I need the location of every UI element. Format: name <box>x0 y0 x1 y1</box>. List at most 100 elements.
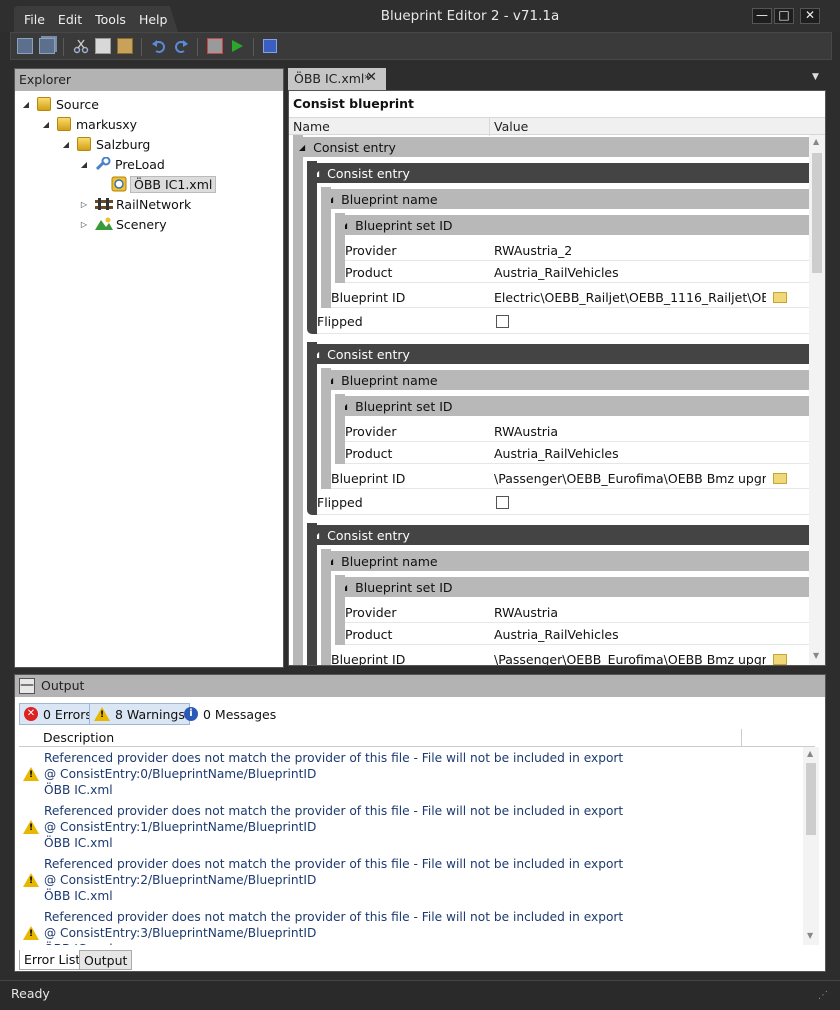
save-all-icon[interactable] <box>39 38 55 54</box>
resize-grip-icon[interactable]: ⋰ <box>818 990 828 1001</box>
name-column-header[interactable]: Name <box>293 119 330 134</box>
scrollbar-thumb[interactable] <box>812 153 822 273</box>
expander-icon[interactable]: ▷ <box>79 220 89 229</box>
copy-icon[interactable] <box>95 38 111 54</box>
tree-item-preload[interactable]: ◢ PreLoad <box>79 154 165 174</box>
folder-icon <box>37 97 51 111</box>
tree-item-markusxy[interactable]: ◢ markusxy <box>41 114 137 134</box>
blueprint-set-id-group[interactable]: ◢ Blueprint set ID <box>335 396 809 416</box>
scroll-up-icon[interactable]: ▲ <box>813 137 819 146</box>
run-icon[interactable] <box>229 38 245 54</box>
menu-help[interactable]: Help <box>139 12 168 27</box>
flipped-checkbox[interactable] <box>496 495 509 509</box>
browse-folder-icon[interactable] <box>773 472 787 484</box>
tab-error-list[interactable]: Error List <box>19 950 86 970</box>
warning-file: ÖBB IC.xml <box>44 836 113 850</box>
provider-row[interactable]: Provider RWAustria_2 <box>345 239 809 261</box>
warning-file: ÖBB IC.xml <box>44 942 113 945</box>
blueprint-name-group[interactable]: ◢ Blueprint name <box>321 551 809 571</box>
warnings-filter-button[interactable]: ! 8 Warnings <box>89 703 190 725</box>
expander-icon[interactable]: ◢ <box>79 160 89 169</box>
flipped-row[interactable]: Flipped <box>317 489 809 515</box>
product-row[interactable]: Product Austria_RailVehicles <box>345 623 809 645</box>
value-column-header[interactable]: Value <box>494 119 528 134</box>
close-tab-icon[interactable]: ✕ <box>366 70 377 85</box>
property-label: Provider <box>345 604 397 620</box>
property-value[interactable]: Electric\OEBB_Railjet\OEBB_1116_Railjet\… <box>494 290 766 305</box>
list-item[interactable]: ! Referenced provider does not match the… <box>21 855 801 908</box>
errors-filter-button[interactable]: ✕ 0 Errors <box>19 703 97 725</box>
property-value[interactable]: RWAustria <box>494 605 794 620</box>
toolbar-separator <box>141 38 142 56</box>
scrollbar-thumb[interactable] <box>806 763 816 835</box>
menu-edit[interactable]: Edit <box>58 12 82 27</box>
consist-entry-group[interactable]: ◢ Consist entry <box>307 163 809 183</box>
property-value[interactable]: Austria_RailVehicles <box>494 627 794 642</box>
menu-file[interactable]: File <box>24 12 45 27</box>
menu-tools[interactable]: Tools <box>95 12 126 27</box>
maximize-button[interactable]: □ <box>774 8 794 24</box>
expander-icon[interactable]: ▷ <box>79 200 89 209</box>
description-column-header[interactable]: Description <box>19 729 815 747</box>
warning-icon: ! <box>23 820 39 834</box>
blueprint-name-group[interactable]: ◢ Blueprint name <box>321 370 809 390</box>
property-value[interactable]: Austria_RailVehicles <box>494 446 794 461</box>
consist-entry-group[interactable]: ◢ Consist entry <box>307 344 809 364</box>
tab-dropdown-icon[interactable]: ▼ <box>812 72 819 82</box>
product-row[interactable]: Product Austria_RailVehicles <box>345 442 809 464</box>
provider-row[interactable]: Provider RWAustria <box>345 420 809 442</box>
list-item[interactable]: ! Referenced provider does not match the… <box>21 749 801 802</box>
status-text: Ready <box>11 986 50 1001</box>
tree-item-railnetwork[interactable]: ▷ RailNetwork <box>79 194 191 214</box>
scroll-down-icon[interactable]: ▼ <box>813 651 819 660</box>
property-value[interactable]: \Passenger\OEBB_Eurofima\OEBB Bmz upgrad… <box>494 471 766 486</box>
list-item[interactable]: ! Referenced provider does not match the… <box>21 908 801 945</box>
property-value[interactable]: RWAustria <box>494 424 794 439</box>
paste-icon[interactable] <box>117 38 133 54</box>
close-window-button[interactable]: ✕ <box>800 8 820 24</box>
property-value[interactable]: RWAustria_2 <box>494 243 794 258</box>
scroll-down-icon[interactable]: ▼ <box>807 931 813 940</box>
redo-icon[interactable] <box>173 38 189 54</box>
expander-icon[interactable]: ◢ <box>21 100 31 109</box>
expander-icon[interactable]: ◢ <box>61 140 71 149</box>
expander-icon[interactable]: ◢ <box>41 120 51 129</box>
export-icon[interactable] <box>207 38 223 54</box>
tree-item-scenery[interactable]: ▷ Scenery <box>79 214 167 234</box>
property-value[interactable]: \Passenger\OEBB_Eurofima\OEBB Bmz upgrad… <box>494 652 766 666</box>
grid-scrollbar[interactable]: ▲ ▼ <box>809 135 825 665</box>
list-item[interactable]: ! Referenced provider does not match the… <box>21 802 801 855</box>
tab-obb-ic[interactable]: ÖBB IC.xml* ✕ <box>288 68 386 90</box>
flipped-checkbox[interactable] <box>496 314 509 328</box>
tree-item-salzburg[interactable]: ◢ Salzburg <box>61 134 150 154</box>
property-value[interactable]: Austria_RailVehicles <box>494 265 794 280</box>
tree-item-obb-ic1[interactable]: ÖBB IC1.xml <box>111 174 217 194</box>
browse-folder-icon[interactable] <box>773 653 787 665</box>
messages-filter-button[interactable]: i 0 Messages <box>179 703 281 725</box>
blueprint-id-row[interactable]: Blueprint ID Electric\OEBB_Railjet\OEBB_… <box>331 286 809 308</box>
undo-icon[interactable] <box>151 38 167 54</box>
scroll-up-icon[interactable]: ▲ <box>807 749 813 758</box>
blueprint-set-id-group[interactable]: ◢ Blueprint set ID <box>335 215 809 235</box>
property-label: Blueprint ID <box>331 470 406 486</box>
blueprint-id-row[interactable]: Blueprint ID \Passenger\OEBB_Eurofima\OE… <box>331 648 809 666</box>
stop-icon[interactable] <box>263 39 277 53</box>
tree-item-source[interactable]: ◢ Source <box>21 94 99 114</box>
product-row[interactable]: Product Austria_RailVehicles <box>345 261 809 283</box>
blueprint-set-id-group[interactable]: ◢ Blueprint set ID <box>335 577 809 597</box>
cut-icon[interactable] <box>73 38 89 54</box>
blueprint-id-row[interactable]: Blueprint ID \Passenger\OEBB_Eurofima\OE… <box>331 467 809 489</box>
consist-entry-group[interactable]: ◢ Consist entry <box>307 525 809 545</box>
output-scrollbar[interactable]: ▲ ▼ <box>803 747 819 945</box>
provider-row[interactable]: Provider RWAustria <box>345 601 809 623</box>
collapse-triangle-icon[interactable]: ◢ <box>299 143 305 152</box>
collapse-button[interactable]: — <box>19 678 35 694</box>
flipped-row[interactable]: Flipped <box>317 308 809 334</box>
tab-output[interactable]: Output <box>79 950 133 970</box>
browse-folder-icon[interactable] <box>773 291 787 303</box>
description-header-label: Description <box>43 730 115 745</box>
save-icon[interactable] <box>17 38 33 54</box>
blueprint-name-group[interactable]: ◢ Blueprint name <box>321 189 809 209</box>
minimize-button[interactable]: — <box>752 8 772 24</box>
consist-root-group[interactable]: ◢ Consist entry <box>293 137 809 157</box>
